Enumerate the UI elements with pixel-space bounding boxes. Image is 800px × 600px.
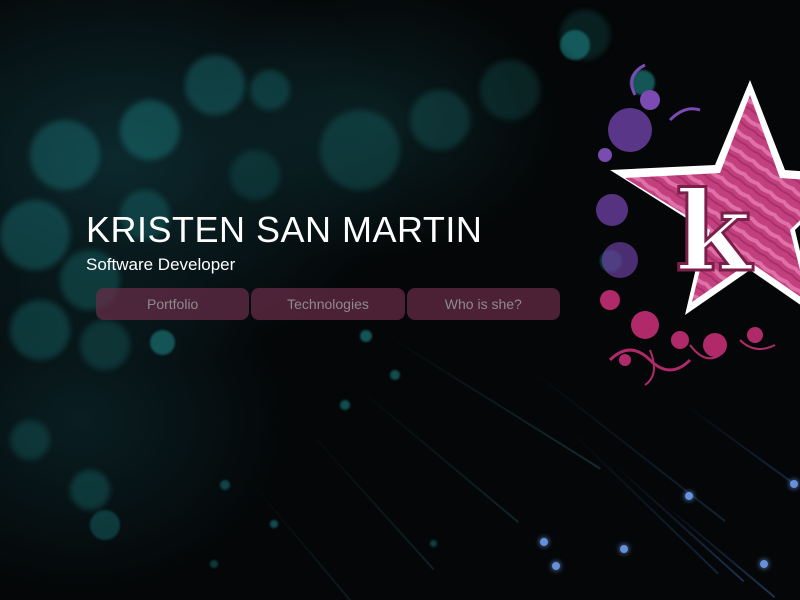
nav-technologies-button[interactable]: Technologies [251,288,405,320]
bokeh-light [30,120,100,190]
bokeh-light [230,150,280,200]
nav-portfolio-button[interactable]: Portfolio [96,288,250,320]
star-logo-graphic: k [596,63,800,386]
bokeh-light [410,90,470,150]
main-nav: Portfolio Technologies Who is she? [96,288,560,320]
bokeh-light [250,70,290,110]
bokeh-light [560,10,610,60]
fiber-tip-light [552,562,560,570]
bokeh-light [150,330,175,355]
nav-who-is-she-button[interactable]: Who is she? [406,288,560,320]
bokeh-light [340,400,350,410]
bokeh-light [185,55,245,115]
bokeh-light [320,110,400,190]
bokeh-light [90,510,120,540]
bokeh-light [220,480,230,490]
bokeh-light [10,300,70,360]
bokeh-light [0,200,70,270]
bokeh-light [360,330,372,342]
fiber-tip-light [540,538,548,546]
ks-star-logo: k [590,60,800,420]
site-title: KRISTEN SAN MARTIN [86,209,483,250]
fiber-tip-light [685,492,693,500]
fiber-tip-light [760,560,768,568]
site-subtitle: Software Developer [86,255,236,274]
bokeh-light [430,540,437,547]
bokeh-light [80,320,130,370]
light-fiber [299,420,435,571]
bokeh-light [120,100,180,160]
fiber-tip-light [790,480,798,488]
page-background: KRISTEN SAN MARTIN Software Developer Po… [0,0,800,600]
fiber-tip-light [620,545,628,553]
bokeh-light [270,520,278,528]
bokeh-light [210,560,218,568]
bokeh-light [10,420,50,460]
site-header: KRISTEN SAN MARTIN Software Developer [86,208,482,276]
bokeh-light [70,470,110,510]
logo-letter: k [675,167,754,296]
bokeh-light [480,60,540,120]
light-fiber [249,480,367,600]
bokeh-light [390,370,400,380]
